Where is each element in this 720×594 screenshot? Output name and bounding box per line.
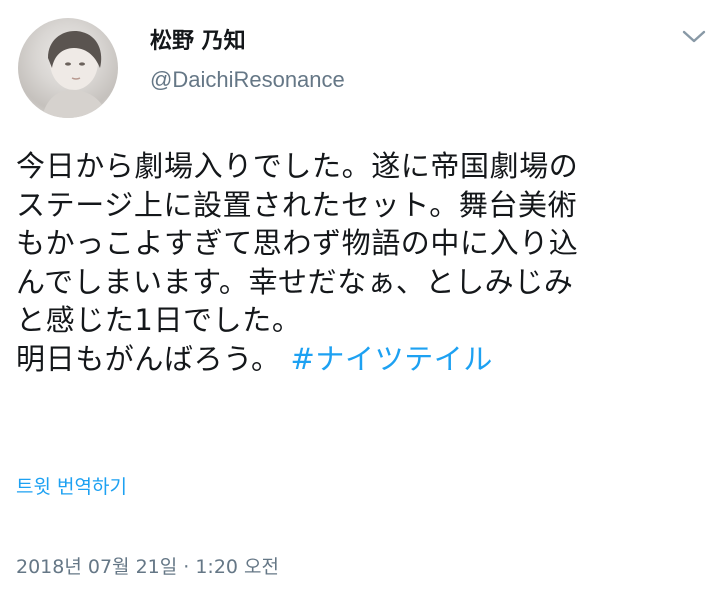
avatar-photo-icon <box>42 31 108 118</box>
tweet-card: 松野 乃知 @DaichiResonance 今日から劇場入りでした。遂に帝国劇… <box>0 0 720 594</box>
tweet-text-last-line: 明日もがんばろう。 #ナイツテイル <box>16 340 716 379</box>
author-handle[interactable]: @DaichiResonance <box>150 66 345 94</box>
author-block[interactable]: 松野 乃知 @DaichiResonance <box>150 28 345 94</box>
author-display-name[interactable]: 松野 乃知 <box>150 28 345 56</box>
tweet-text-line: ステージ上に設置されたセット。舞台美術 <box>16 187 578 222</box>
tweet-text-line: んでしまいます。幸せだなぁ、としみじみ <box>16 264 574 299</box>
tweet-text-line: 今日から劇場入りでした。遂に帝国劇場の <box>16 149 579 183</box>
chevron-down-icon <box>682 30 706 43</box>
tweet-text-line: と感じた1日でした。 <box>16 303 302 337</box>
avatar[interactable] <box>18 18 118 118</box>
tweet-text-line: もかっこよすぎて思わず物語の中に入り込 <box>16 226 579 260</box>
translate-tweet-link[interactable]: 트윗 번역하기 <box>16 474 127 500</box>
tweet-text-segment: 明日もがんばろう。 <box>16 341 281 376</box>
hashtag-link[interactable]: #ナイツテイル <box>291 342 494 376</box>
tweet-timestamp[interactable]: 2018년 07월 21일 · 1:20 오전 <box>16 554 279 580</box>
tweet-menu-button[interactable] <box>680 26 708 46</box>
tweet-text: 今日から劇場入りでした。遂に帝国劇場の ステージ上に設置されたセット。舞台美術 … <box>16 147 716 378</box>
